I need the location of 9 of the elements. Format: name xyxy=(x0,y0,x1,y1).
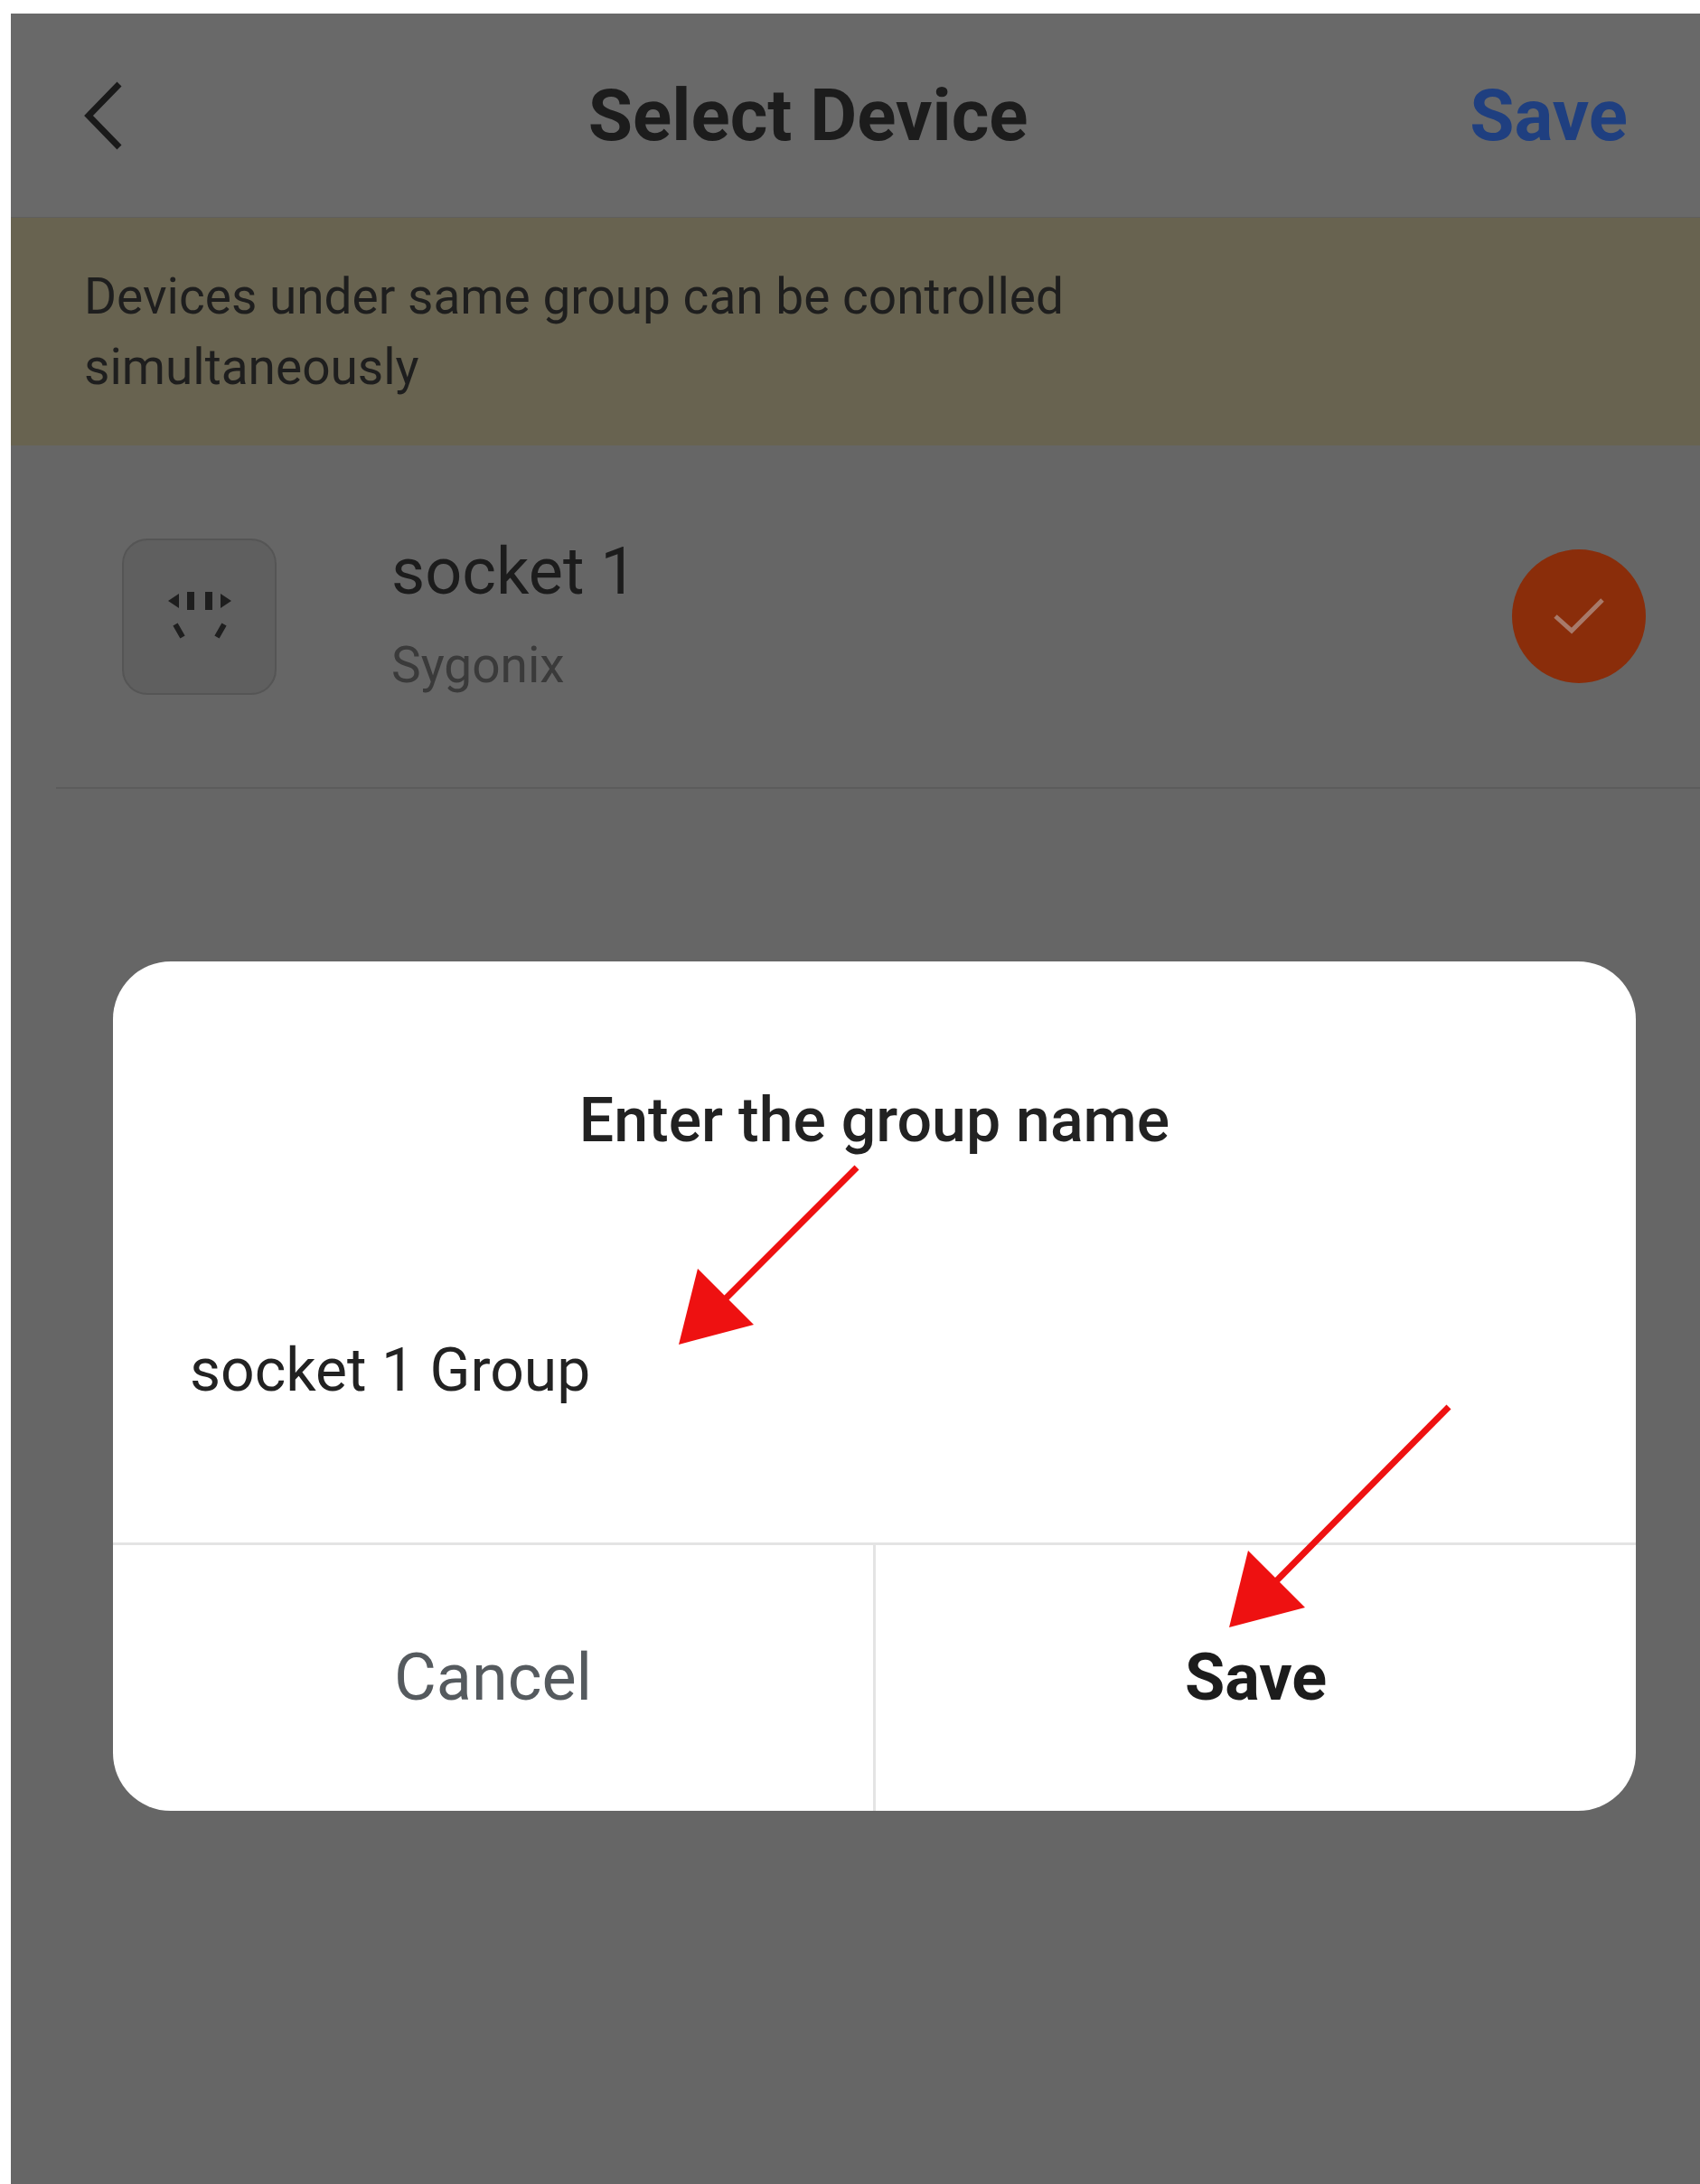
back-icon xyxy=(83,80,123,151)
dialog-title: Enter the group name xyxy=(578,1083,1170,1158)
page-title: Select Device xyxy=(587,71,1028,160)
banner-text: Devices under same group can be controlled simultaneously xyxy=(84,267,1065,398)
cancel-button[interactable]: Cancel xyxy=(113,1545,873,1811)
group-name-input[interactable]: socket 1 Group xyxy=(190,1329,1545,1411)
device-name: socket 1 xyxy=(391,532,637,612)
socket-icon xyxy=(122,538,277,695)
checkmark-icon xyxy=(1552,596,1606,636)
